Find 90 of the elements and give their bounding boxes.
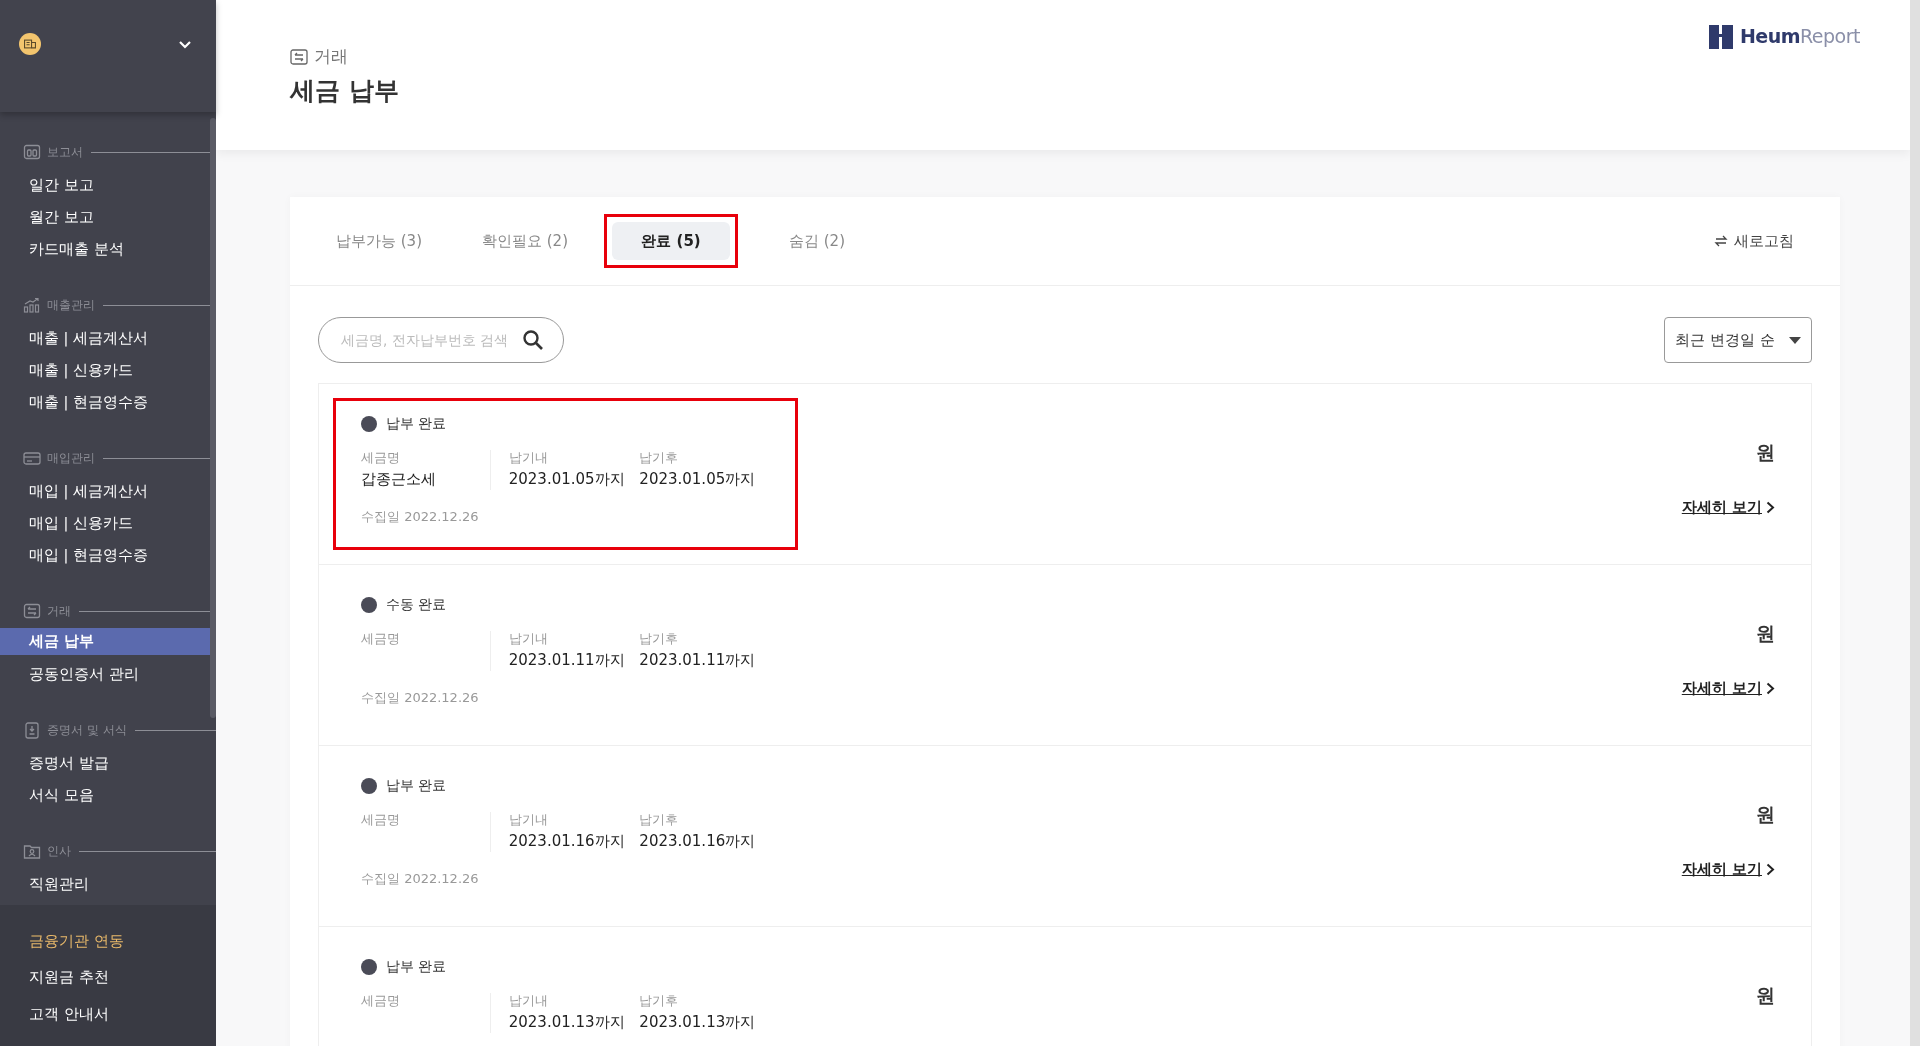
- field-label: 세금명: [361, 812, 401, 829]
- field-value: 2023.01.05까지: [639, 470, 757, 490]
- sidebar-item[interactable]: 매입 | 신용카드: [0, 507, 210, 539]
- sidebar-link[interactable]: 금융기관 연동: [0, 922, 216, 959]
- details-link[interactable]: 자세히 보기: [1681, 860, 1775, 879]
- amount-text: 원: [1756, 983, 1775, 1008]
- refresh-icon[interactable]: [1713, 233, 1729, 249]
- field-label: 납기내: [508, 993, 549, 1010]
- section-header: 매출관리: [47, 296, 95, 314]
- company-icon[interactable]: [19, 33, 41, 55]
- logo-wordmark: HeumReport: [1739, 25, 1860, 47]
- field-label: 납기내: [508, 450, 549, 467]
- chevron-down-icon[interactable]: [178, 39, 192, 49]
- search-icon[interactable]: [522, 329, 544, 351]
- section-icon: [23, 842, 41, 860]
- caret-down-icon[interactable]: [1788, 336, 1801, 344]
- sidebar-item[interactable]: 서식 모음: [0, 779, 210, 811]
- page-title: 세금 납부: [290, 75, 399, 107]
- field-label: 세금명: [361, 450, 401, 467]
- chevron-right-icon[interactable]: [1766, 863, 1775, 876]
- collected-date: 수집일 2022.12.26: [361, 689, 480, 707]
- amount-text: 원: [1756, 802, 1775, 827]
- section-header: 인사: [47, 842, 71, 860]
- amount-text: 원: [1756, 440, 1775, 465]
- field-value: 2023.01.16까지: [639, 832, 757, 852]
- sidebar-item[interactable]: 카드매출 분석: [0, 233, 210, 265]
- section-icon: [23, 296, 41, 314]
- field-value: 2023.01.11까지: [639, 651, 757, 671]
- status-dot: [361, 959, 377, 975]
- sidebar-item[interactable]: 매출 | 신용카드: [0, 354, 210, 386]
- chevron-right-icon[interactable]: [1766, 682, 1775, 695]
- sidebar-link[interactable]: 지원금 추천: [0, 959, 216, 996]
- status-label: 납부 완료: [386, 958, 447, 976]
- sidebar-item[interactable]: 매입 | 세금계산서: [0, 475, 210, 507]
- tab[interactable]: 확인필요 (2): [466, 222, 584, 260]
- status-dot: [361, 597, 377, 613]
- field-value: 갑종근소세: [361, 470, 437, 490]
- sidebar-item[interactable]: 일간 보고: [0, 169, 210, 201]
- field-label: 납기후: [639, 631, 680, 648]
- sidebar-item[interactable]: 매출 | 현금영수증: [0, 386, 210, 418]
- field-value: 2023.01.13까지: [639, 1013, 757, 1033]
- field-value: 2023.01.16까지: [508, 832, 626, 852]
- section-icon: [23, 721, 41, 739]
- details-link[interactable]: 자세히 보기: [1681, 679, 1775, 698]
- field-value: 2023.01.11까지: [508, 651, 626, 671]
- sidebar-item[interactable]: 세금 납부: [0, 628, 210, 655]
- field-label: 납기내: [508, 812, 549, 829]
- field-label: 세금명: [361, 631, 401, 648]
- field-label: 납기후: [639, 993, 680, 1010]
- refresh-button[interactable]: 새로고침: [1707, 230, 1800, 252]
- tab[interactable]: 숨김 (2): [758, 222, 876, 260]
- sidebar-item[interactable]: 직원관리: [0, 868, 210, 900]
- search-field[interactable]: 세금명, 전자납부번호 검색: [318, 317, 564, 363]
- field-value: 2023.01.05까지: [508, 470, 626, 490]
- status-label: 납부 완료: [386, 415, 447, 433]
- scrollbar[interactable]: [210, 118, 216, 718]
- amount-text: 원: [1756, 621, 1775, 646]
- field-label: 납기후: [639, 812, 680, 829]
- tab[interactable]: 완료 (5): [612, 222, 730, 260]
- sidebar-link[interactable]: 고객 안내서: [0, 995, 216, 1032]
- section-header: 보고서: [47, 143, 83, 161]
- scrollbar[interactable]: [1910, 0, 1920, 1046]
- collected-date: 수집일 2022.12.26: [361, 870, 480, 888]
- sidebar-item[interactable]: 공동인증서 관리: [0, 658, 210, 690]
- section-header: 매입관리: [47, 449, 95, 467]
- chevron-right-icon[interactable]: [1766, 501, 1775, 514]
- section-icon: [23, 602, 41, 620]
- sort-dropdown[interactable]: 최근 변경일 순: [1664, 317, 1812, 363]
- transfer-icon: [290, 48, 308, 65]
- sidebar-item[interactable]: 증명서 발급: [0, 747, 210, 779]
- status-dot: [361, 778, 377, 794]
- section-icon: [23, 449, 41, 467]
- field-label: 납기내: [508, 631, 549, 648]
- status-label: 수동 완료: [386, 596, 447, 614]
- sidebar-item[interactable]: 월간 보고: [0, 201, 210, 233]
- breadcrumb[interactable]: 거래: [314, 45, 348, 68]
- section-icon: [23, 143, 41, 161]
- status-dot: [361, 416, 377, 432]
- tab[interactable]: 납부가능 (3): [320, 222, 438, 260]
- field-label: 납기후: [639, 450, 680, 467]
- field-label: 세금명: [361, 993, 401, 1010]
- collected-date: 수집일 2022.12.26: [361, 508, 480, 526]
- section-header: 증명서 및 서식: [47, 721, 127, 739]
- status-label: 납부 완료: [386, 777, 447, 795]
- logo-icon: [1708, 25, 1733, 49]
- sidebar-item[interactable]: 매입 | 현금영수증: [0, 539, 210, 571]
- field-value: 2023.01.13까지: [508, 1013, 626, 1033]
- details-link[interactable]: 자세히 보기: [1681, 498, 1775, 517]
- section-header: 거래: [47, 602, 71, 620]
- sidebar-item[interactable]: 매출 | 세금계산서: [0, 322, 210, 354]
